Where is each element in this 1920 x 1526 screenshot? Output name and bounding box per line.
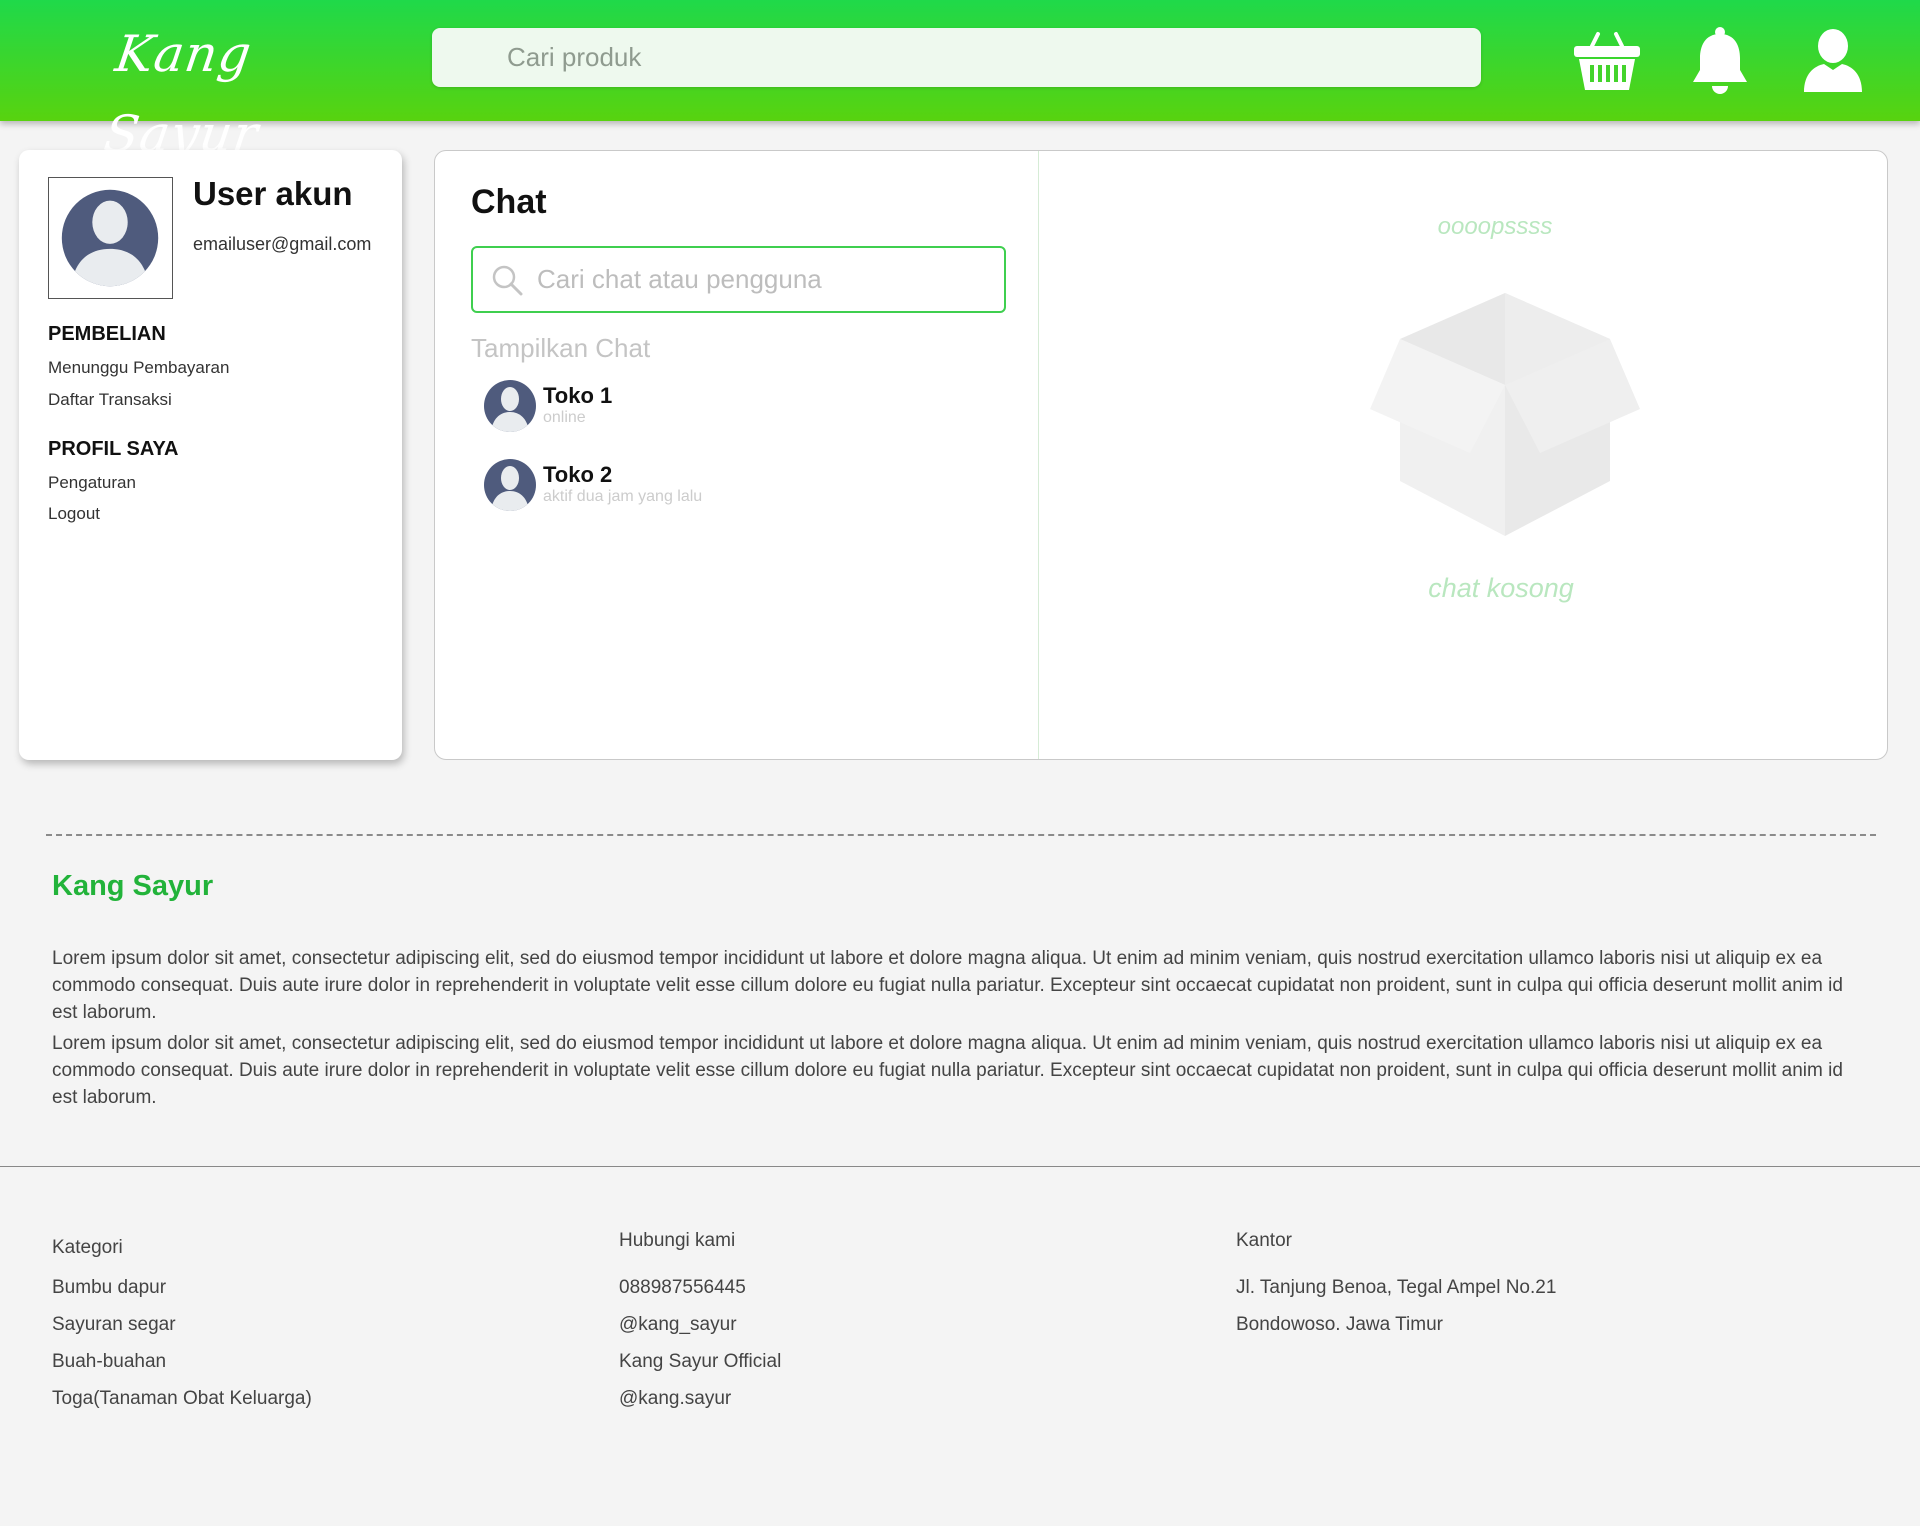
footer-heading-kantor: Kantor	[1236, 1230, 1292, 1251]
about-title: Kang Sayur	[52, 870, 214, 902]
empty-message: chat kosong	[1428, 573, 1574, 603]
footer-link-buah-buahan[interactable]: Buah-buahan	[52, 1351, 166, 1373]
empty-box-icon	[1360, 281, 1650, 541]
footer-social-instagram[interactable]: @kang_sayur	[619, 1314, 737, 1336]
brand-logo[interactable]: Kang Sayur	[101, 14, 351, 163]
footer-address-line: Bondowoso. Jawa Timur	[1236, 1314, 1443, 1335]
empty-chat-state: oooopssss chat kosong	[1285, 151, 1705, 759]
bell-icon[interactable]	[1685, 26, 1755, 96]
chat-search-box[interactable]	[471, 246, 1006, 313]
chat-list-label: Tampilkan Chat	[471, 333, 651, 363]
chat-search-input[interactable]	[537, 248, 997, 311]
footer-address-line: Jl. Tanjung Benoa, Tegal Ampel No.21	[1236, 1277, 1557, 1298]
contact-avatar	[484, 380, 536, 432]
search-icon	[492, 265, 523, 296]
about-paragraph: Lorem ipsum dolor sit amet, consectetur …	[52, 948, 1843, 1023]
profile-email: emailuser@gmail.com	[193, 234, 372, 254]
contact-name: Toko 2	[543, 462, 613, 487]
contact-status: online	[543, 409, 586, 426]
footer-social-facebook[interactable]: Kang Sayur Official	[619, 1351, 781, 1373]
contact-avatar	[484, 459, 536, 511]
profile-name: User akun	[193, 175, 353, 212]
section-divider	[46, 834, 1876, 836]
contact-name: Toko 1	[543, 383, 613, 408]
chat-panel: Chat Tampilkan Chat Toko 1 online	[434, 150, 1888, 760]
menu-item-logout[interactable]: Logout	[48, 504, 100, 524]
chat-contact-toko-1[interactable]: Toko 1 online	[483, 379, 883, 437]
top-header: Kang Sayur	[0, 0, 1920, 163]
footer-heading-hubungi: Hubungi kami	[619, 1230, 736, 1251]
chat-title: Chat	[471, 183, 547, 221]
contact-status: aktif dua jam yang lalu	[543, 488, 703, 505]
chat-contact-toko-2[interactable]: Toko 2 aktif dua jam yang lalu	[483, 458, 883, 516]
menu-item-pengaturan[interactable]: Pengaturan	[48, 473, 136, 493]
menu-item-menunggu-pembayaran[interactable]: Menunggu Pembayaran	[48, 358, 229, 378]
section-heading-profil-saya: PROFIL SAYA	[48, 438, 179, 460]
profile-sidebar: User akun emailuser@gmail.com PEMBELIAN …	[19, 150, 402, 760]
footer-divider	[0, 1166, 1920, 1167]
product-search-input[interactable]	[432, 28, 1481, 87]
footer-social-twitter[interactable]: @kang.sayur	[619, 1388, 731, 1410]
footer-link-toga[interactable]: Toga(Tanaman Obat Keluarga)	[52, 1388, 312, 1410]
chat-divider	[1038, 151, 1039, 759]
product-search-bar[interactable]	[432, 28, 1481, 87]
menu-item-daftar-transaksi[interactable]: Daftar Transaksi	[48, 390, 172, 410]
footer-heading-kategori: Kategori	[52, 1237, 123, 1258]
footer-phone[interactable]: 088987556445	[619, 1277, 746, 1299]
empty-title: oooopssss	[1437, 213, 1553, 240]
footer-link-bumbu-dapur[interactable]: Bumbu dapur	[52, 1277, 166, 1299]
basket-icon[interactable]	[1572, 26, 1642, 96]
user-icon[interactable]	[1798, 26, 1868, 96]
section-heading-pembelian: PEMBELIAN	[48, 323, 166, 345]
avatar	[48, 177, 173, 299]
footer-link-sayuran-segar[interactable]: Sayuran segar	[52, 1314, 176, 1336]
about-paragraph: Lorem ipsum dolor sit amet, consectetur …	[52, 1033, 1843, 1108]
